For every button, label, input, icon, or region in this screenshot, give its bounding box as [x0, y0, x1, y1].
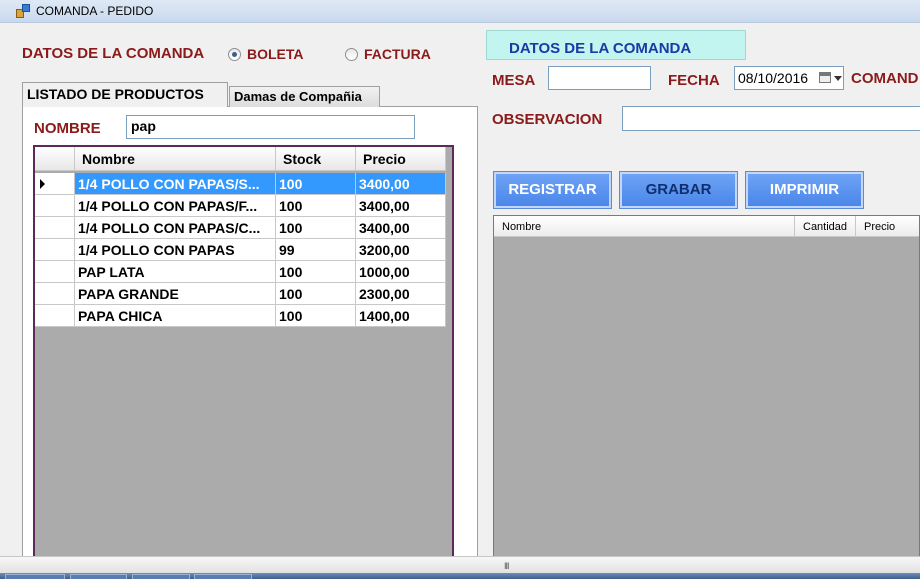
taskbar-button[interactable] [194, 574, 252, 579]
order-col-nombre-text: Nombre [502, 221, 542, 233]
imprimir-button[interactable]: IMPRIMIR [745, 171, 864, 209]
datos-comanda-label: DATOS DE LA COMANDA [22, 45, 205, 62]
cell-precio[interactable]: 3400,00 [356, 195, 446, 217]
row-header[interactable] [35, 173, 75, 195]
fecha-date-picker[interactable]: 08/10/2016 [734, 66, 844, 90]
taskbar-button[interactable] [70, 574, 127, 579]
mesa-label: MESA [492, 72, 536, 89]
cell-stock[interactable]: 100 [276, 217, 356, 239]
col-header-stock-text: Stock [283, 151, 322, 167]
scrollbar-grip[interactable]: III [504, 561, 509, 571]
order-col-header-cantidad[interactable]: Cantidad [795, 216, 856, 237]
order-grid[interactable]: Nombre Cantidad Precio [493, 215, 920, 560]
nombre-input[interactable]: pap [126, 115, 415, 139]
row-header[interactable] [35, 305, 75, 327]
comanda-label: COMAND [851, 70, 919, 87]
factura-radio[interactable] [345, 48, 358, 61]
tab-damas-label: Damas de Compañia [234, 89, 362, 104]
order-col-header-precio[interactable]: Precio [856, 216, 919, 237]
cell-precio[interactable]: 3200,00 [356, 239, 446, 261]
cell-stock[interactable]: 100 [276, 305, 356, 327]
cell-precio[interactable]: 2300,00 [356, 283, 446, 305]
tab-damas-compania[interactable]: Damas de Compañia [229, 86, 380, 107]
cell-stock[interactable]: 100 [276, 261, 356, 283]
row-header[interactable] [35, 217, 75, 239]
col-header-precio-text: Precio [363, 151, 406, 167]
boleta-label[interactable]: BOLETA [247, 46, 304, 62]
cell-precio[interactable]: 1400,00 [356, 305, 446, 327]
row-header[interactable] [35, 261, 75, 283]
mesa-input[interactable] [548, 66, 651, 90]
cell-precio[interactable]: 1000,00 [356, 261, 446, 283]
cell-nombre[interactable]: 1/4 POLLO CON PAPAS/S... [75, 173, 276, 195]
nombre-label: NOMBRE [34, 120, 101, 137]
calendar-icon[interactable] [819, 72, 831, 83]
order-col-precio-text: Precio [864, 221, 896, 233]
datos-comanda-header-text: DATOS DE LA COMANDA [509, 40, 692, 57]
cell-precio[interactable]: 3400,00 [356, 173, 446, 195]
current-row-arrow-icon [40, 179, 45, 189]
col-header-nombre[interactable]: Nombre [75, 147, 276, 171]
window-title: COMANDA - PEDIDO [36, 4, 154, 18]
datos-comanda-header: DATOS DE LA COMANDA [486, 30, 746, 60]
cell-nombre[interactable]: PAPA GRANDE [75, 283, 276, 305]
observacion-input[interactable] [622, 106, 920, 131]
cell-nombre[interactable]: 1/4 POLLO CON PAPAS/F... [75, 195, 276, 217]
tab-listado-productos[interactable]: LISTADO DE PRODUCTOS [22, 82, 228, 107]
cell-nombre[interactable]: 1/4 POLLO CON PAPAS/C... [75, 217, 276, 239]
fecha-value: 08/10/2016 [738, 70, 809, 86]
grabar-button[interactable]: GRABAR [619, 171, 738, 209]
cell-nombre[interactable]: 1/4 POLLO CON PAPAS [75, 239, 276, 261]
cell-stock[interactable]: 99 [276, 239, 356, 261]
horizontal-scrollbar[interactable]: III [0, 556, 920, 574]
cell-stock[interactable]: 100 [276, 283, 356, 305]
products-grid[interactable]: Nombre Stock Precio 1/4 POLLO CON PAPAS/… [33, 145, 454, 560]
row-header[interactable] [35, 239, 75, 261]
chevron-down-icon[interactable] [834, 76, 842, 81]
cell-stock[interactable]: 100 [276, 195, 356, 217]
row-header[interactable] [35, 195, 75, 217]
cell-stock[interactable]: 100 [276, 173, 356, 195]
cell-nombre[interactable]: PAPA CHICA [75, 305, 276, 327]
row-header[interactable] [35, 283, 75, 305]
order-col-header-nombre[interactable]: Nombre [494, 216, 795, 237]
app-icon [16, 4, 30, 18]
nombre-input-value: pap [131, 118, 156, 134]
tab-listado-label: LISTADO DE PRODUCTOS [27, 86, 204, 102]
title-bar: COMANDA - PEDIDO [0, 0, 920, 23]
cell-precio[interactable]: 3400,00 [356, 217, 446, 239]
grid-corner-header [35, 147, 75, 171]
observacion-label: OBSERVACION [492, 111, 603, 128]
order-col-cantidad-text: Cantidad [803, 221, 848, 233]
col-header-precio[interactable]: Precio [356, 147, 446, 171]
taskbar-button[interactable] [5, 574, 65, 579]
col-header-nombre-text: Nombre [82, 151, 135, 167]
registrar-button[interactable]: REGISTRAR [493, 171, 612, 209]
cell-nombre[interactable]: PAP LATA [75, 261, 276, 283]
boleta-radio[interactable] [228, 48, 241, 61]
factura-label[interactable]: FACTURA [364, 46, 431, 62]
fecha-label: FECHA [668, 72, 720, 89]
taskbar-button[interactable] [132, 574, 190, 579]
col-header-stock[interactable]: Stock [276, 147, 356, 171]
